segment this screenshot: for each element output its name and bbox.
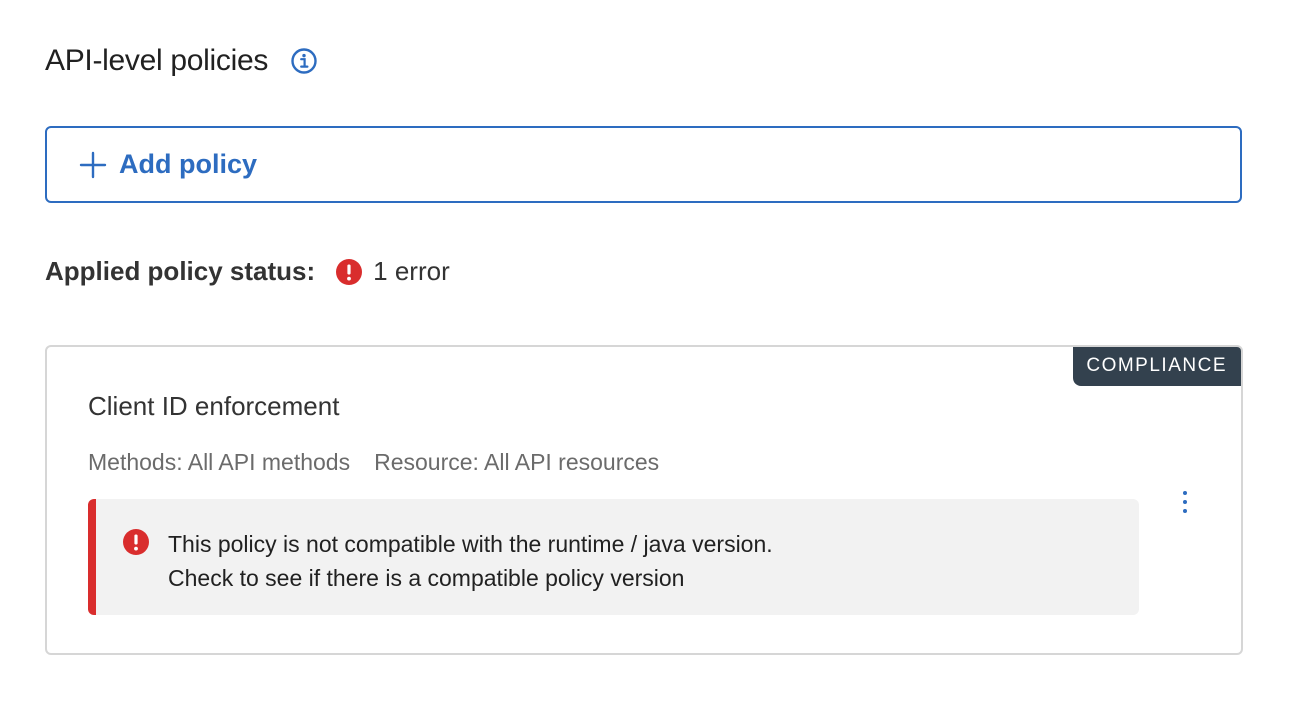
policy-card: COMPLIANCE Client ID enforcement Methods… (45, 345, 1243, 655)
policy-resource: Resource: All API resources (374, 449, 660, 475)
applied-policy-status: Applied policy status: 1 error (45, 256, 450, 287)
plus-icon (79, 151, 107, 179)
policies-page: API-level policies Add policy Applied po… (0, 0, 1290, 706)
status-label: Applied policy status: (45, 256, 316, 286)
section-title: API-level policies (45, 44, 269, 77)
add-policy-label: Add policy (119, 149, 258, 179)
policy-error-alert: This policy is not compatible with the r… (88, 499, 1139, 615)
compliance-badge: COMPLIANCE (1073, 347, 1241, 386)
info-icon[interactable] (290, 47, 318, 75)
error-circle-icon (335, 258, 363, 286)
error-circle-icon (122, 528, 150, 556)
add-policy-button[interactable]: Add policy (45, 126, 1242, 203)
more-vertical-icon[interactable] (1173, 487, 1197, 517)
alert-line-1: This policy is not compatible with the r… (168, 531, 773, 557)
status-value: 1 error (373, 256, 450, 286)
policy-meta: Methods: All API methods Resource: All A… (88, 449, 659, 476)
policy-title: Client ID enforcement (88, 391, 340, 421)
section-header: API-level policies (45, 44, 318, 78)
alert-message: This policy is not compatible with the r… (168, 527, 773, 595)
alert-line-2: Check to see if there is a compatible po… (168, 565, 685, 591)
policy-methods: Methods: All API methods (88, 449, 351, 475)
